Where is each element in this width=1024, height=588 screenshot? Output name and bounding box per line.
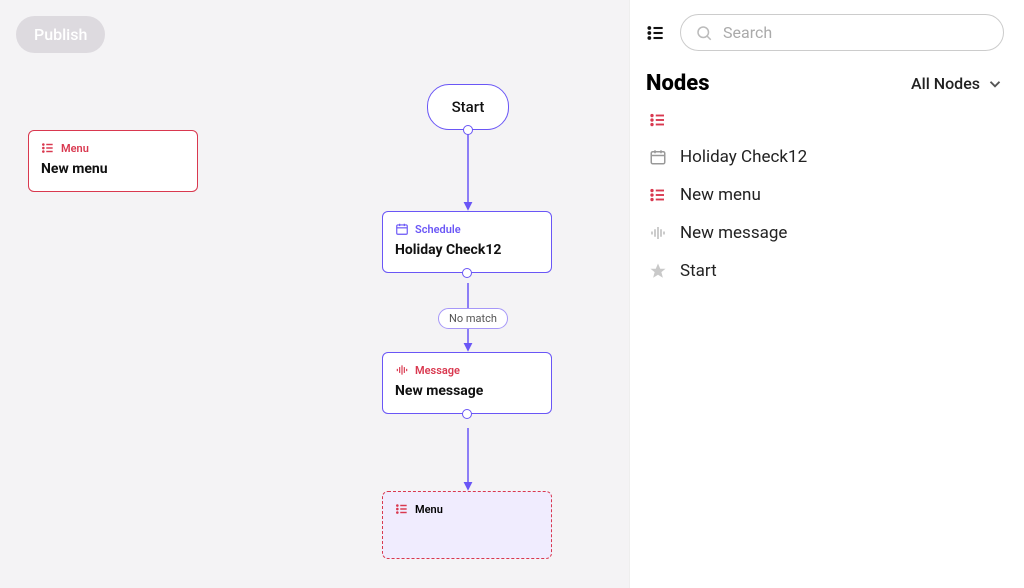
node-type-label: Menu — [61, 142, 89, 155]
node-title: New menu — [41, 161, 185, 177]
no-match-badge[interactable]: No match — [438, 308, 508, 329]
node-title: Holiday Check12 — [395, 242, 539, 258]
list-item-label: New menu — [680, 185, 761, 205]
chevron-down-icon — [986, 75, 1004, 93]
menu-icon — [41, 141, 55, 155]
filter-dropdown[interactable]: All Nodes — [911, 74, 1004, 93]
list-item-label: New message — [680, 223, 787, 243]
list-item[interactable]: Start — [646, 252, 1004, 290]
filter-label: All Nodes — [911, 74, 980, 93]
port-icon[interactable] — [463, 125, 473, 135]
port-icon[interactable] — [462, 409, 472, 419]
calendar-icon — [649, 148, 667, 166]
start-node[interactable]: Start — [427, 84, 509, 130]
node-card-menu-drop[interactable]: Menu — [382, 491, 552, 559]
calendar-icon — [395, 222, 409, 236]
list-item-label: Start — [680, 261, 717, 281]
menu-icon — [649, 111, 667, 129]
node-list: Holiday Check12 New menu New message Sta… — [646, 102, 1004, 290]
node-card-message[interactable]: Message New message — [382, 352, 552, 414]
publish-button[interactable]: Publish — [16, 16, 105, 53]
node-card-schedule[interactable]: Schedule Holiday Check12 — [382, 211, 552, 273]
list-item-label: Holiday Check12 — [680, 147, 807, 167]
list-item[interactable]: Holiday Check12 — [646, 138, 1004, 176]
search-icon — [695, 24, 713, 42]
list-item[interactable]: New menu — [646, 176, 1004, 214]
node-type-label: Schedule — [415, 223, 461, 236]
flow-canvas[interactable]: Publish Start Menu New menu — [0, 0, 629, 588]
search-input[interactable] — [723, 23, 989, 42]
menu-icon — [649, 186, 667, 204]
node-type-label: Menu — [415, 503, 443, 516]
audio-icon — [395, 363, 409, 377]
node-card-menu[interactable]: Menu New menu — [28, 130, 198, 192]
list-toggle-icon[interactable] — [646, 23, 666, 43]
node-title: New message — [395, 383, 539, 399]
port-icon[interactable] — [462, 268, 472, 278]
star-icon — [649, 262, 667, 280]
menu-icon — [395, 502, 409, 516]
start-label: Start — [452, 98, 485, 116]
list-item[interactable] — [646, 102, 1004, 138]
node-type-label: Message — [415, 364, 460, 377]
panel-heading: Nodes — [646, 71, 710, 96]
audio-icon — [649, 224, 667, 242]
list-item[interactable]: New message — [646, 214, 1004, 252]
side-panel: Nodes All Nodes Holiday Check12 New menu — [629, 0, 1024, 588]
search-input-wrap[interactable] — [680, 14, 1004, 51]
